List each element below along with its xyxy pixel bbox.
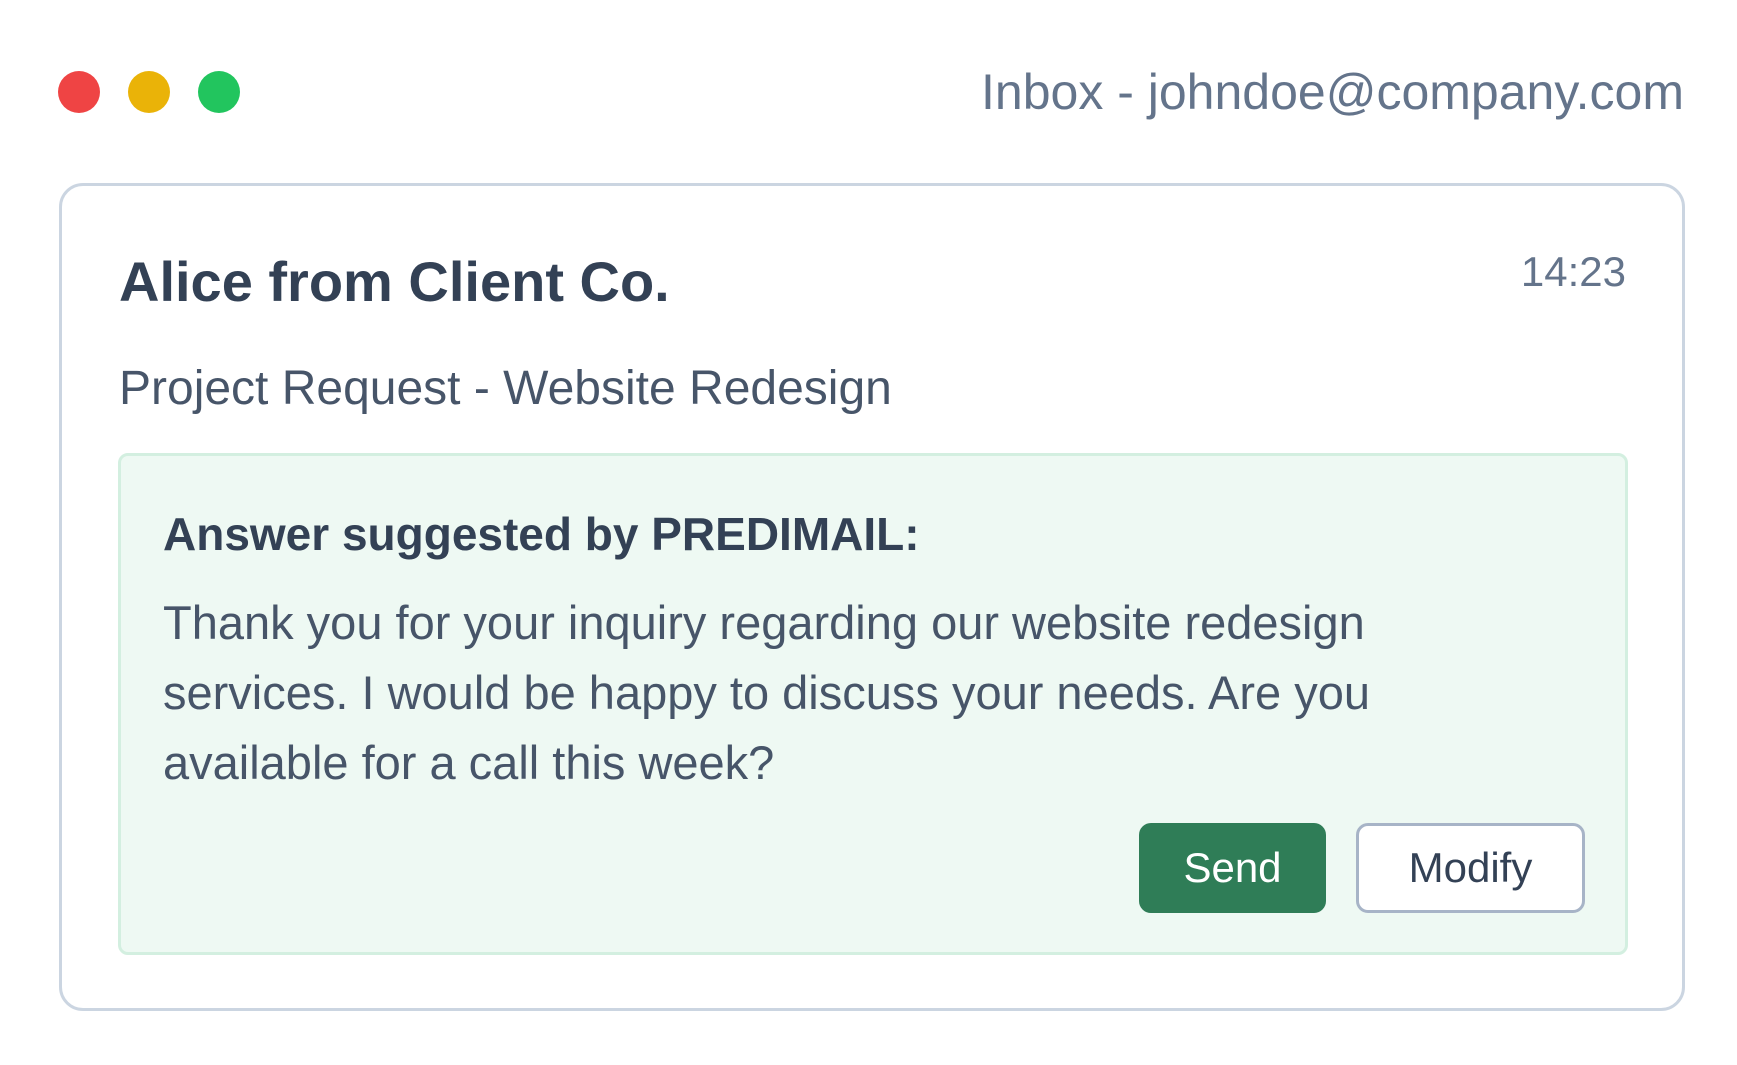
send-button[interactable]: Send — [1139, 823, 1326, 913]
email-sender: Alice from Client Co. — [119, 250, 670, 313]
suggestion-heading: Answer suggested by PREDIMAIL: — [163, 508, 920, 560]
window-title: Inbox - johndoe@company.com — [981, 64, 1684, 120]
email-subject: Project Request - Website Redesign — [119, 362, 892, 415]
suggestion-body: Thank you for your inquiry regarding our… — [163, 596, 1370, 789]
close-window-icon[interactable] — [58, 71, 100, 113]
email-time: 14:23 — [1520, 248, 1626, 295]
minimize-window-icon[interactable] — [128, 71, 170, 113]
email-card[interactable]: Alice from Client Co. 14:23 Project Requ… — [59, 183, 1685, 1011]
window-title-bar: Inbox - johndoe@company.com — [58, 64, 1684, 120]
maximize-window-icon[interactable] — [198, 71, 240, 113]
modify-button[interactable]: Modify — [1356, 823, 1585, 913]
suggested-answer-panel: Answer suggested by PREDIMAIL: Thank you… — [118, 453, 1628, 955]
